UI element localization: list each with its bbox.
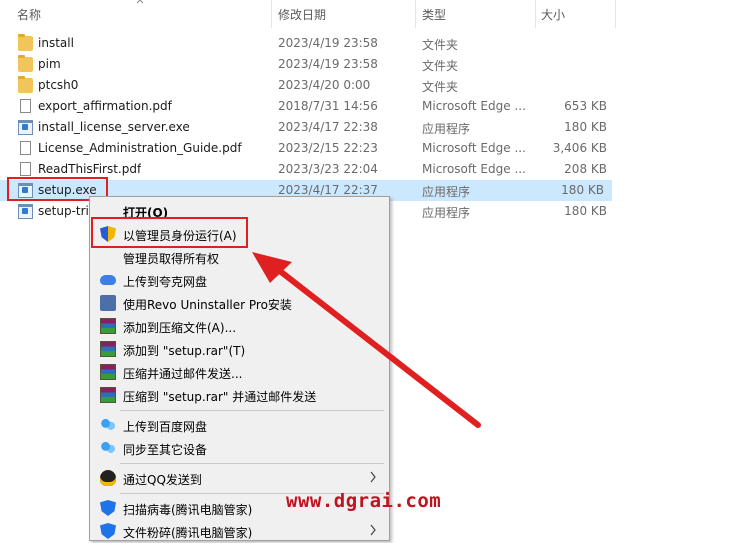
file-type: 文件夹 bbox=[422, 38, 459, 52]
file-row[interactable]: install 2023/4/19 23:58 文件夹 bbox=[0, 33, 615, 54]
file-type: 应用程序 bbox=[422, 122, 471, 136]
submenu-arrow-icon bbox=[370, 471, 376, 483]
menu-item-label: 上传到夸克网盘 bbox=[123, 275, 208, 289]
menu-item-shred-file[interactable]: 文件粉碎(腾讯电脑管家) bbox=[92, 520, 387, 543]
file-row[interactable]: License_Administration_Guide.pdf 2023/2/… bbox=[0, 138, 615, 159]
file-type: Microsoft Edge ... bbox=[422, 141, 526, 155]
menu-item-label: 通过QQ发送到 bbox=[123, 473, 202, 487]
menu-item-label: 添加到 "setup.rar"(T) bbox=[123, 344, 246, 358]
winrar-icon bbox=[100, 387, 116, 403]
folder-icon bbox=[18, 34, 33, 51]
column-divider[interactable] bbox=[535, 0, 536, 28]
menu-item-label: 压缩到 "setup.rar" 并通过邮件发送 bbox=[123, 390, 317, 404]
file-type: 文件夹 bbox=[422, 59, 459, 73]
file-name: License_Administration_Guide.pdf bbox=[38, 141, 242, 155]
menu-item-label: 添加到压缩文件(A)... bbox=[123, 321, 237, 335]
file-name: install_license_server.exe bbox=[38, 120, 190, 134]
file-row[interactable]: install_license_server.exe 2023/4/17 22:… bbox=[0, 117, 615, 138]
winrar-icon bbox=[100, 318, 116, 334]
menu-item-label: 同步至其它设备 bbox=[123, 443, 208, 457]
file-name: setup-tri bbox=[38, 204, 88, 218]
tencent-shield-icon bbox=[100, 500, 116, 516]
file-name: export_affirmation.pdf bbox=[38, 99, 172, 113]
file-date: 2023/2/15 22:23 bbox=[278, 141, 378, 155]
file-size: 180 KB bbox=[564, 120, 607, 134]
quark-cloud-icon bbox=[100, 275, 116, 285]
tencent-shield-icon bbox=[100, 523, 116, 539]
menu-item-label: 文件粉碎(腾讯电脑管家) bbox=[123, 526, 253, 540]
winrar-icon bbox=[100, 364, 116, 380]
file-row[interactable]: export_affirmation.pdf 2018/7/31 14:56 M… bbox=[0, 96, 615, 117]
menu-item-sync-devices[interactable]: 同步至其它设备 bbox=[92, 437, 387, 460]
menu-item-add-rar[interactable]: 添加到 "setup.rar"(T) bbox=[92, 338, 387, 361]
file-type: 应用程序 bbox=[422, 206, 471, 220]
file-name: ReadThisFirst.pdf bbox=[38, 162, 142, 176]
baidu-cloud-icon bbox=[100, 417, 116, 433]
submenu-arrow-icon bbox=[370, 524, 376, 536]
menu-item-label: 扫描病毒(腾讯电脑管家) bbox=[123, 503, 253, 517]
menu-separator bbox=[120, 463, 384, 464]
pdf-document-icon bbox=[20, 99, 31, 113]
file-date: 2018/7/31 14:56 bbox=[278, 99, 378, 113]
menu-item-add-archive[interactable]: 添加到压缩文件(A)... bbox=[92, 315, 387, 338]
file-date: 2023/4/17 22:37 bbox=[278, 183, 378, 197]
file-size: 3,406 KB bbox=[552, 141, 607, 155]
folder-icon bbox=[18, 55, 33, 72]
file-date: 2023/4/17 22:38 bbox=[278, 120, 378, 134]
folder-icon bbox=[18, 76, 33, 93]
file-size: 180 KB bbox=[561, 183, 604, 197]
highlight-box bbox=[91, 217, 248, 248]
menu-item-label: 压缩并通过邮件发送... bbox=[123, 367, 243, 381]
file-row[interactable]: ptcsh0 2023/4/20 0:00 文件夹 bbox=[0, 75, 615, 96]
menu-item-take-ownership[interactable]: 管理员取得所有权 bbox=[92, 246, 387, 269]
file-size: 208 KB bbox=[564, 162, 607, 176]
menu-item-revo[interactable]: 使用Revo Uninstaller Pro安装 bbox=[92, 292, 387, 315]
menu-separator bbox=[120, 410, 384, 411]
application-icon bbox=[18, 204, 33, 219]
column-divider[interactable] bbox=[415, 0, 416, 28]
file-type: 应用程序 bbox=[422, 185, 471, 199]
sort-ascending-icon bbox=[136, 0, 144, 4]
file-name: install bbox=[38, 36, 74, 50]
file-name: pim bbox=[38, 57, 61, 71]
file-type: Microsoft Edge ... bbox=[422, 99, 526, 113]
file-name: ptcsh0 bbox=[38, 78, 79, 92]
file-date: 2023/3/23 22:04 bbox=[278, 162, 378, 176]
file-size: 180 KB bbox=[564, 204, 607, 218]
column-name[interactable]: 名称 bbox=[17, 6, 41, 23]
menu-item-upload-quark[interactable]: 上传到夸克网盘 bbox=[92, 269, 387, 292]
file-date: 2023/4/19 23:58 bbox=[278, 57, 378, 71]
application-icon bbox=[18, 120, 33, 135]
qq-penguin-icon bbox=[100, 470, 116, 486]
menu-item-compress-rar-email[interactable]: 压缩到 "setup.rar" 并通过邮件发送 bbox=[92, 384, 387, 407]
column-header: 名称 修改日期 类型 大小 bbox=[0, 0, 735, 28]
menu-item-label: 上传到百度网盘 bbox=[123, 420, 208, 434]
file-type: 文件夹 bbox=[422, 80, 459, 94]
column-divider[interactable] bbox=[271, 0, 272, 28]
file-date: 2023/4/19 23:58 bbox=[278, 36, 378, 50]
pdf-document-icon bbox=[20, 141, 31, 155]
column-size[interactable]: 大小 bbox=[541, 6, 565, 23]
file-size: 653 KB bbox=[564, 99, 607, 113]
winrar-icon bbox=[100, 341, 116, 357]
file-type: Microsoft Edge ... bbox=[422, 162, 526, 176]
column-divider[interactable] bbox=[615, 0, 616, 28]
menu-item-compress-email[interactable]: 压缩并通过邮件发送... bbox=[92, 361, 387, 384]
revo-uninstaller-icon bbox=[100, 295, 116, 311]
menu-item-send-qq[interactable]: 通过QQ发送到 bbox=[92, 467, 387, 490]
column-type[interactable]: 类型 bbox=[422, 6, 446, 23]
file-row[interactable]: pim 2023/4/19 23:58 文件夹 bbox=[0, 54, 615, 75]
watermark-text: www.dgrai.com bbox=[286, 490, 442, 512]
pdf-document-icon bbox=[20, 162, 31, 176]
column-date[interactable]: 修改日期 bbox=[278, 6, 326, 23]
baidu-sync-icon bbox=[100, 440, 116, 456]
file-date: 2023/4/20 0:00 bbox=[278, 78, 371, 92]
menu-item-upload-baidu[interactable]: 上传到百度网盘 bbox=[92, 414, 387, 437]
menu-item-label: 管理员取得所有权 bbox=[123, 252, 220, 266]
menu-item-label: 使用Revo Uninstaller Pro安装 bbox=[123, 298, 292, 312]
